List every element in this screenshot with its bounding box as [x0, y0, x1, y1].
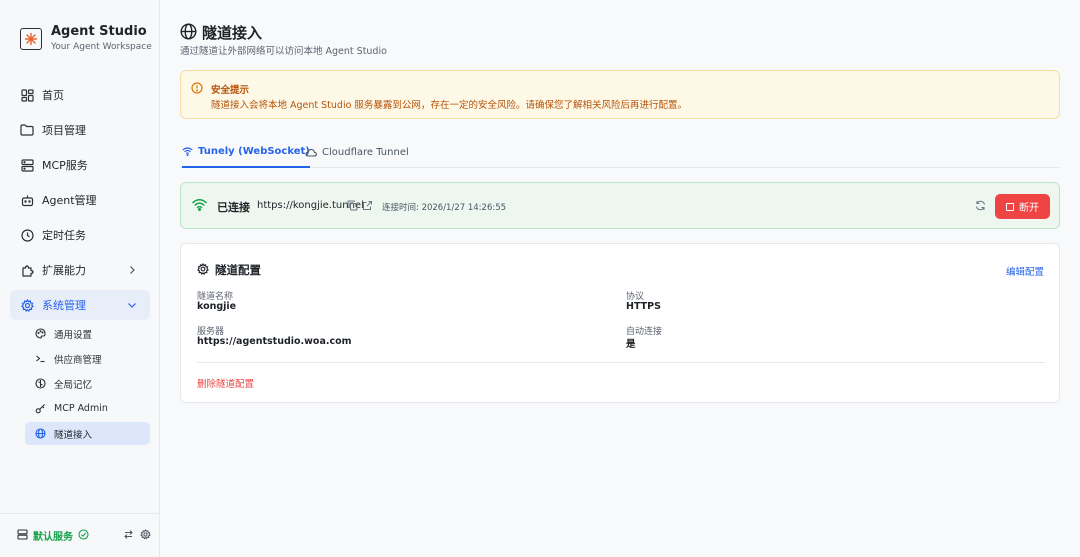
subnav-item-providers[interactable]: 供应商管理 [25, 347, 150, 370]
subnav-item-tunnel[interactable]: 隧道接入 [25, 422, 150, 445]
tunnel-config-card: 隧道配置 编辑配置 隧道名称 kongjie 协议 HTTPS 服务器 http… [180, 243, 1060, 403]
subnav-item-mcp-admin[interactable]: MCP Admin [25, 397, 150, 420]
copy-icon[interactable] [347, 200, 358, 214]
service-selector[interactable]: 默认服务 [33, 528, 73, 543]
globe-icon [180, 22, 197, 43]
connection-time: 连接时间: 2026/1/27 14:26:55 [382, 203, 507, 213]
nav-item-extensions[interactable]: 扩展能力 [10, 255, 150, 285]
card-title: 隧道配置 [215, 263, 261, 277]
folder-icon [20, 123, 34, 137]
nav-item-system[interactable]: 系统管理 [10, 290, 150, 320]
disconnect-label: 断开 [1019, 203, 1039, 214]
clock-icon [20, 228, 34, 242]
field-value-autoconnect: 是 [626, 339, 636, 350]
switch-icon[interactable] [123, 529, 134, 543]
delete-config-link[interactable]: 删除隧道配置 [197, 376, 254, 390]
subnav-label: 供应商管理 [54, 354, 102, 366]
settings-icon[interactable] [140, 528, 151, 543]
nav-label: 扩展能力 [42, 264, 86, 277]
subnav-label: 通用设置 [54, 329, 93, 341]
security-alert: 安全提示 隧道接入会将本地 Agent Studio 服务暴露到公网，存在一定的… [180, 70, 1060, 119]
server-icon [20, 158, 34, 172]
tunnel-tabs: Tunely (WebSocket) Cloudflare Tunnel [180, 137, 1060, 168]
info-circle-icon [191, 82, 203, 97]
nav-item-home[interactable]: 首页 [10, 80, 150, 110]
chevron-right-icon [126, 264, 138, 276]
subnav-item-general[interactable]: 通用设置 [25, 322, 150, 345]
terminal-icon [34, 353, 46, 365]
tab-cloudflare[interactable]: Cloudflare Tunnel [305, 137, 409, 167]
subnav-label: MCP Admin [54, 403, 108, 414]
stop-icon [1006, 202, 1014, 211]
field-value-server: https://agentstudio.woa.com [197, 336, 352, 347]
nav-label: MCP服务 [42, 159, 88, 172]
external-link-icon[interactable] [362, 200, 373, 214]
nav-label: Agent管理 [42, 194, 97, 207]
nav-label: 首页 [42, 89, 64, 102]
wifi-icon [192, 198, 207, 214]
subnav-label: 隧道接入 [54, 429, 93, 441]
refresh-icon[interactable] [975, 200, 986, 214]
page-header: 隧道接入 [180, 22, 262, 43]
gear-icon [197, 262, 209, 278]
nav-item-projects[interactable]: 项目管理 [10, 115, 150, 145]
nav-label: 定时任务 [42, 229, 86, 242]
subnav-item-memory[interactable]: 全局记忆 [25, 372, 150, 395]
chevron-down-icon [126, 299, 138, 311]
nav-label: 项目管理 [42, 124, 86, 137]
bot-icon [20, 193, 34, 207]
nav-label: 系统管理 [42, 299, 86, 312]
check-circle-icon [78, 528, 89, 543]
field-value-protocol: HTTPS [626, 301, 661, 312]
globe-icon [34, 428, 46, 440]
logo-icon [20, 28, 42, 50]
page-subtitle: 通过隧道让外部网络可以访问本地 Agent Studio [180, 46, 387, 57]
subnav-label: 全局记忆 [54, 379, 93, 391]
page-title: 隧道接入 [202, 24, 263, 42]
field-value-name: kongjie [197, 301, 237, 312]
connection-status: 已连接 [217, 201, 250, 214]
disconnect-button[interactable]: 断开 [995, 194, 1050, 219]
alert-title: 安全提示 [211, 85, 250, 96]
card-header: 隧道配置 [197, 262, 261, 278]
nav-item-mcp[interactable]: MCP服务 [10, 150, 150, 180]
nav-item-schedule[interactable]: 定时任务 [10, 220, 150, 250]
app-subtitle: Your Agent Workspace [51, 42, 152, 52]
sidebar: Agent Studio Your Agent Workspace 首页 项目管… [0, 0, 160, 557]
puzzle-icon [20, 263, 34, 277]
main-content: 隧道接入 通过隧道让外部网络可以访问本地 Agent Studio 安全提示 隧… [180, 0, 1060, 557]
edit-config-link[interactable]: 编辑配置 [1006, 264, 1044, 278]
brand[interactable]: Agent Studio Your Agent Workspace [20, 24, 152, 54]
tab-tunely[interactable]: Tunely (WebSocket) [182, 137, 310, 168]
alert-message: 隧道接入会将本地 Agent Studio 服务暴露到公网，存在一定的安全风险。… [211, 100, 687, 111]
divider [197, 362, 1045, 363]
sidebar-footer: 默认服务 [0, 513, 159, 557]
key-icon [34, 403, 46, 415]
connection-status-panel: 已连接 https://kongjie.tunnel 连接时间: 2026/1/… [180, 182, 1060, 229]
tab-label: Cloudflare Tunnel [322, 146, 409, 158]
app-title: Agent Studio [51, 24, 147, 39]
brain-icon [34, 378, 46, 390]
grid-icon [20, 88, 34, 102]
cloud-icon [305, 148, 317, 157]
server-icon [17, 528, 28, 543]
palette-icon [34, 328, 46, 340]
wifi-icon [182, 147, 193, 156]
tab-label: Tunely (WebSocket) [198, 146, 310, 157]
nav-item-agent[interactable]: Agent管理 [10, 185, 150, 215]
gear-icon [20, 298, 34, 312]
